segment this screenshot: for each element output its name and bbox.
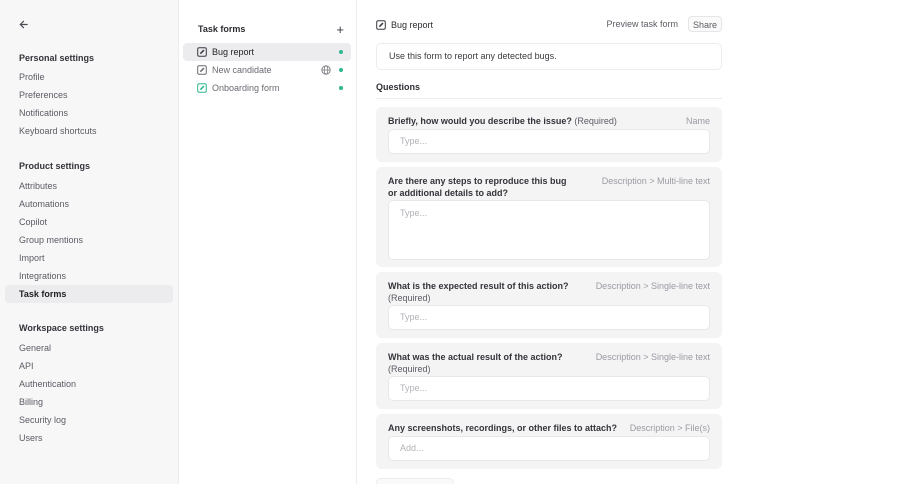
form-description[interactable]: Use this form to report any detected bug… [376,43,722,70]
question-card[interactable]: Any screenshots, recordings, or other fi… [376,414,722,469]
nav-item-authentication[interactable]: Authentication [5,375,173,393]
question-text: What is the expected result of this acti… [388,281,569,303]
task-forms-panel: Task forms + Bug report New candidate On… [179,0,357,484]
nav-item-notifications[interactable]: Notifications [5,104,173,122]
nav-item-integrations[interactable]: Integrations [5,267,173,285]
nav-item-profile[interactable]: Profile [5,68,173,86]
status-dot [339,68,343,72]
form-edit-icon [197,83,207,93]
form-item-label: New candidate [212,65,272,75]
task-forms-header: Task forms + [198,21,344,37]
status-dot [339,86,343,90]
questions-heading: Questions [376,82,722,99]
back-arrow-icon[interactable] [14,15,32,33]
question-type: Description > Multi-line text [601,176,710,186]
question-card[interactable]: Are there any steps to reproduce this bu… [376,167,722,267]
question-type: Description > Single-line text [595,281,710,291]
workspace-settings-section: Workspace settings General API Authentic… [5,319,173,447]
form-title: Bug report [391,20,434,30]
form-edit-icon [376,20,386,30]
question-text: Are there any steps to reproduce this bu… [388,176,567,198]
personal-settings-section: Personal settings Profile Preferences No… [5,49,173,140]
question-card[interactable]: What is the expected result of this acti… [376,272,722,338]
question-type: Description > File(s) [629,423,710,433]
question-text: Any screenshots, recordings, or other fi… [388,423,618,433]
form-item-new-candidate[interactable]: New candidate [183,61,351,79]
form-edit-icon [197,47,207,57]
nav-item-group-mentions[interactable]: Group mentions [5,231,173,249]
preview-task-form-button[interactable]: Preview task form [602,16,682,32]
add-form-icon[interactable]: + [336,23,344,36]
nav-item-general[interactable]: General [5,339,173,357]
nav-item-users[interactable]: Users [5,429,173,447]
form-edit-icon [197,65,207,75]
nav-item-import[interactable]: Import [5,249,173,267]
question-text: What was the actual result of the action… [388,352,563,374]
product-settings-section: Product settings Attributes Automations … [5,157,173,303]
question-card[interactable]: Briefly, how would you describe the issu… [376,107,722,162]
nav-item-security-log[interactable]: Security log [5,411,173,429]
answer-input[interactable]: Type... [388,305,710,330]
task-forms-title: Task forms [198,24,246,34]
answer-textarea[interactable]: Type... [388,200,710,260]
status-dot [339,50,343,54]
form-item-label: Onboarding form [212,83,280,93]
section-title: Workspace settings [19,323,104,333]
answer-input[interactable]: Type... [388,129,710,154]
nav-item-attributes[interactable]: Attributes [5,177,173,195]
globe-icon [320,65,331,76]
form-item-onboarding-form[interactable]: Onboarding form [183,79,351,97]
nav-item-task-forms[interactable]: Task forms [5,285,173,303]
nav-item-billing[interactable]: Billing [5,393,173,411]
question-type: Description > Single-line text [595,352,710,362]
required-label: (Required) [388,364,431,374]
form-item-bug-report[interactable]: Bug report [183,43,351,61]
file-upload-input[interactable]: Add... [388,436,710,461]
nav-item-preferences[interactable]: Preferences [5,86,173,104]
share-button[interactable]: Share [687,16,722,32]
settings-sidebar: Personal settings Profile Preferences No… [0,0,179,484]
answer-input[interactable]: Type... [388,376,710,401]
nav-item-copilot[interactable]: Copilot [5,213,173,231]
question-text: Briefly, how would you describe the issu… [388,116,617,126]
question-type: Name [685,116,710,126]
required-label: (Required) [574,116,617,126]
nav-item-api[interactable]: API [5,357,173,375]
form-item-label: Bug report [212,47,255,57]
section-title: Personal settings [19,53,95,63]
nav-item-keyboard-shortcuts[interactable]: Keyboard shortcuts [5,122,173,140]
section-title: Product settings [19,161,91,171]
task-form-list: Bug report New candidate Onboarding form [183,43,351,97]
nav-item-automations[interactable]: Automations [5,195,173,213]
header-actions: Preview task form Share [602,16,722,32]
question-card[interactable]: What was the actual result of the action… [376,343,722,409]
required-label: (Required) [388,293,431,303]
add-question-button[interactable] [376,478,454,484]
